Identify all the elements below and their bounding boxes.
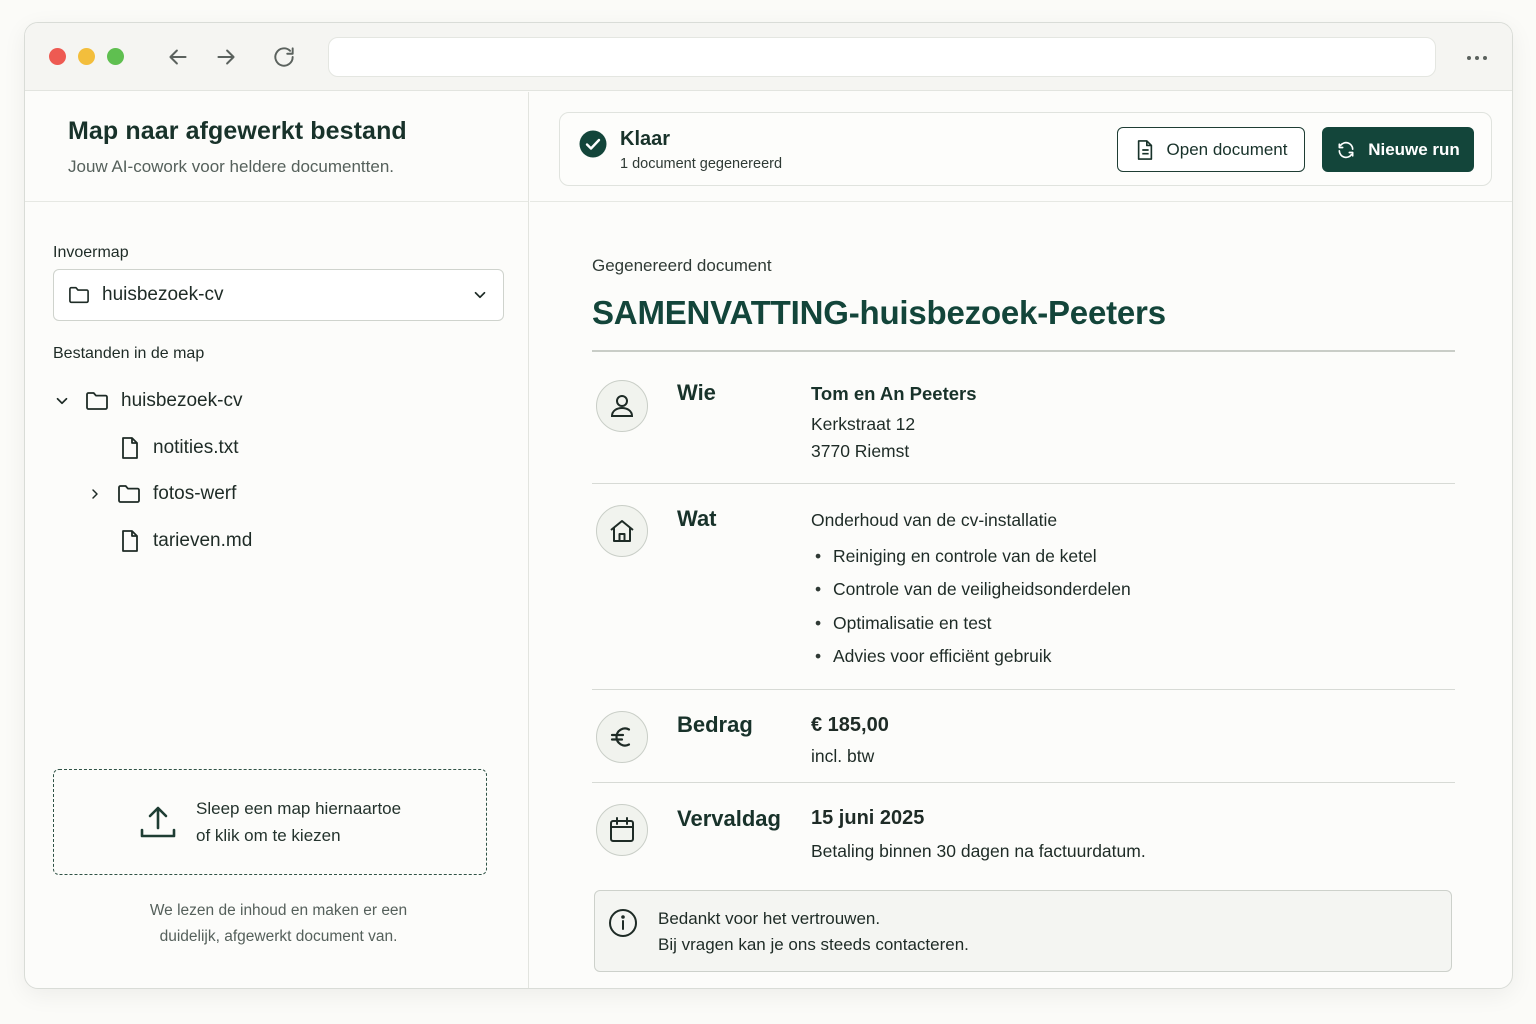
browser-toolbar: [25, 23, 1512, 91]
list-item: • Advies voor efficiënt gebruik: [815, 646, 1052, 666]
person-icon-badge: [596, 380, 648, 432]
new-run-button[interactable]: Nieuwe run: [1322, 127, 1474, 172]
sidebar-note-line-1: We lezen de inhoud en maken er een: [149, 902, 408, 919]
app-subtitle: Jouw AI-cowork voor heldere documentten.: [68, 157, 395, 176]
more-options-icon[interactable]: [1464, 45, 1490, 71]
selected-folder-value: huisbezoek-cv: [102, 284, 224, 305]
tree-item-tarieven[interactable]: tarieven.md: [119, 529, 252, 553]
who-street: Kerkstraat 12: [811, 414, 916, 434]
forward-arrow-icon[interactable]: [213, 44, 239, 70]
input-folder-select[interactable]: huisbezoek-cv: [53, 269, 504, 321]
chevron-down-icon: [474, 291, 486, 299]
section-divider: [592, 782, 1455, 783]
info-icon: [609, 909, 637, 937]
calendar-icon: [610, 817, 634, 842]
reload-icon[interactable]: [271, 44, 297, 70]
amount-value: € 185,00: [811, 714, 889, 736]
home-icon: [610, 520, 634, 542]
tree-item-notities[interactable]: notities.txt: [119, 436, 239, 460]
minimize-window-button[interactable]: [78, 48, 95, 65]
tree-item-label: tarieven.md: [153, 530, 253, 551]
who-name: Tom en An Peeters: [811, 383, 977, 404]
list-item: • Controle van de veiligheidsonderdelen: [815, 579, 1131, 599]
tree-item-fotos-werf[interactable]: fotos-werf: [87, 483, 236, 505]
file-icon: [122, 530, 138, 552]
close-window-button[interactable]: [49, 48, 66, 65]
tree-item-huisbezoek-cv[interactable]: huisbezoek-cv: [53, 390, 242, 412]
euro-icon-badge: [596, 711, 648, 763]
new-run-label: Nieuwe run: [1368, 139, 1460, 159]
status-subtitle: 1 document gegenereerd: [620, 156, 783, 172]
due-value: 15 juni 2025: [811, 807, 925, 829]
file-icon: [122, 437, 138, 459]
calendar-icon-badge: [596, 804, 648, 856]
section-divider: [592, 483, 1455, 484]
sidebar-header: Map naar afgewerkt bestand Jouw AI-cowor…: [25, 92, 528, 202]
document-label: Gegenereerd document: [592, 256, 772, 275]
list-item: • Reiniging en controle van de ketel: [815, 546, 1097, 566]
app-title: Map naar afgewerkt bestand: [68, 117, 407, 145]
dropzone-line-1: Sleep een map hiernaartoe: [196, 799, 402, 818]
sidebar-note: We lezen de inhoud en maken er een duide…: [53, 898, 504, 950]
main-header: Klaar 1 document gegenereerd Open docume…: [530, 92, 1512, 202]
folder-dropzone[interactable]: Sleep een map hiernaartoe of klik om te …: [53, 769, 487, 875]
person-icon: [610, 395, 634, 417]
chevron-down-icon[interactable]: [53, 392, 71, 410]
due-note: Betaling binnen 30 dagen na factuurdatum…: [811, 841, 1146, 861]
open-document-label: Open document: [1166, 139, 1288, 159]
open-document-button[interactable]: Open document: [1117, 127, 1305, 172]
who-city: 3770 Riemst: [811, 441, 910, 461]
browser-window: Map naar afgewerkt bestand Jouw AI-cowor…: [24, 22, 1513, 989]
home-icon-badge: [596, 505, 648, 557]
notice-line-1: Bedankt voor het vertrouwen.: [658, 909, 881, 928]
maximize-window-button[interactable]: [107, 48, 124, 65]
input-folder-label: Invoermap: [53, 244, 129, 261]
tree-item-label: notities.txt: [153, 437, 239, 458]
dropzone-line-2: of klik om te kiezen: [196, 826, 341, 845]
due-label: Vervaldag: [677, 806, 781, 831]
euro-icon: [610, 727, 631, 747]
document-icon: [1137, 139, 1152, 160]
upload-icon: [140, 806, 176, 838]
files-label: Bestanden in de map: [53, 345, 205, 362]
section-divider: [592, 689, 1455, 690]
document-title: SAMENVATTING-huisbezoek-Peeters: [592, 294, 1166, 331]
check-circle-icon: [579, 130, 607, 158]
tree-item-label: fotos-werf: [153, 483, 237, 504]
what-label: Wat: [677, 506, 717, 531]
tree-item-label: huisbezoek-cv: [121, 390, 243, 411]
folder-icon: [118, 485, 140, 503]
sidebar: Map naar afgewerkt bestand Jouw AI-cowor…: [25, 92, 529, 988]
folder-icon: [69, 286, 89, 304]
amount-label: Bedrag: [677, 712, 753, 737]
title-divider: [592, 350, 1455, 352]
folder-icon: [86, 392, 108, 410]
main-panel: Klaar 1 document gegenereerd Open docume…: [530, 92, 1512, 988]
back-arrow-icon[interactable]: [165, 44, 191, 70]
status-card: Klaar 1 document gegenereerd Open docume…: [559, 112, 1492, 186]
notice-line-2: Bij vragen kan je ons steeds contacteren…: [658, 935, 969, 954]
info-notice: Bedankt voor het vertrouwen. Bij vragen …: [594, 890, 1452, 972]
list-item: • Optimalisatie en test: [815, 613, 992, 633]
sidebar-note-line-2: duidelijk, afgewerkt document van.: [159, 928, 398, 945]
amount-note: incl. btw: [811, 746, 875, 766]
what-summary: Onderhoud van de cv-installatie: [811, 510, 1058, 530]
status-title: Klaar: [620, 128, 671, 150]
refresh-icon: [1338, 141, 1354, 158]
chevron-right-icon[interactable]: [87, 485, 103, 503]
who-label: Wie: [677, 380, 716, 405]
address-bar[interactable]: [328, 37, 1436, 77]
